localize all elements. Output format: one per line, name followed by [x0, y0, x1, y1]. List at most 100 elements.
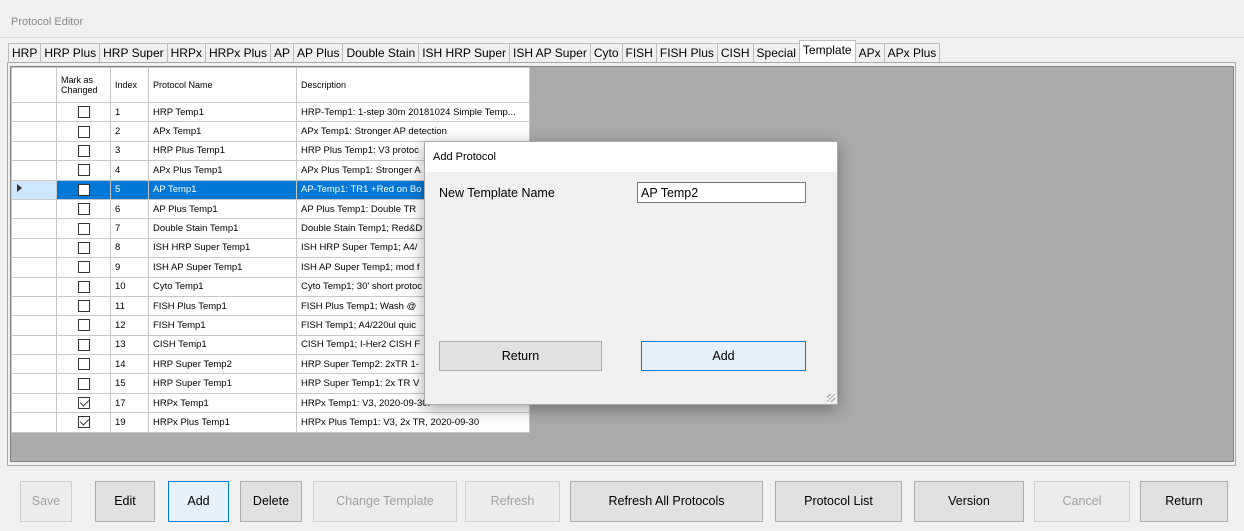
tab-hrpx-plus[interactable]: HRPx Plus	[204, 43, 271, 62]
tab-ish-hrp-super[interactable]: ISH HRP Super	[418, 43, 510, 62]
protocol-name-cell[interactable]: FISH Plus Temp1	[148, 295, 297, 317]
mark-changed-checkbox[interactable]	[77, 261, 90, 274]
mark-changed-checkbox[interactable]	[77, 280, 90, 293]
return-button[interactable]: Return	[1140, 481, 1228, 522]
index-cell[interactable]: 3	[110, 140, 149, 162]
save-button[interactable]: Save	[20, 481, 72, 522]
index-cell[interactable]: 4	[110, 160, 149, 181]
description-cell[interactable]: HRP-Temp1: 1-step 30m 20181024 Simple Te…	[296, 101, 530, 123]
index-cell[interactable]: 13	[110, 334, 149, 356]
mark-changed-checkbox[interactable]	[77, 300, 90, 313]
description-cell[interactable]: APx Temp1: Stronger AP detection	[296, 121, 530, 142]
add-button[interactable]: Add	[168, 481, 229, 522]
row-header[interactable]	[11, 334, 57, 356]
row-header[interactable]	[11, 121, 57, 142]
mark-changed-checkbox[interactable]	[77, 397, 90, 410]
mark-changed-checkbox[interactable]	[77, 416, 90, 429]
protocol-name-cell[interactable]: APx Temp1	[148, 121, 297, 142]
tab-hrp-plus[interactable]: HRP Plus	[40, 43, 101, 62]
protocol-name-cell[interactable]: HRP Plus Temp1	[148, 140, 297, 162]
protocol-name-cell[interactable]: CISH Temp1	[148, 334, 297, 356]
mark-changed-checkbox[interactable]	[77, 222, 90, 235]
index-cell[interactable]: 6	[110, 198, 149, 220]
table-row[interactable]: 19 HRPx Plus Temp1 HRPx Plus Temp1: V3, 2x…	[11, 412, 530, 433]
new-template-name-input[interactable]	[637, 182, 806, 203]
mark-changed-checkbox[interactable]	[77, 164, 90, 177]
index-cell[interactable]: 19	[110, 412, 149, 433]
protocol-name-cell[interactable]: APx Plus Temp1	[148, 160, 297, 181]
protocol-list-button[interactable]: Protocol List	[775, 481, 902, 522]
row-header[interactable]	[11, 218, 57, 239]
protocol-name-cell[interactable]: HRP Temp1	[148, 101, 297, 123]
row-header[interactable]	[11, 276, 57, 297]
tab-double-stain[interactable]: Double Stain	[342, 43, 420, 62]
table-row[interactable]: 2 APx Temp1 APx Temp1: Stronger AP detecti…	[11, 121, 530, 142]
index-cell[interactable]: 15	[110, 373, 149, 394]
cancel-button[interactable]: Cancel	[1034, 481, 1130, 522]
row-header[interactable]	[11, 373, 57, 394]
tab-special[interactable]: Special	[752, 43, 800, 62]
row-header[interactable]	[11, 237, 57, 259]
index-cell[interactable]: 11	[110, 295, 149, 317]
tab-ap-plus[interactable]: AP Plus	[293, 43, 344, 62]
row-header[interactable]	[11, 257, 57, 278]
row-header[interactable]	[11, 354, 57, 375]
row-header[interactable]	[11, 140, 57, 162]
index-cell[interactable]: 14	[110, 354, 149, 375]
refresh-button[interactable]: Refresh	[465, 481, 560, 522]
row-header[interactable]	[11, 412, 57, 433]
protocol-name-cell[interactable]: HRPx Plus Temp1	[148, 412, 297, 433]
protocol-name-cell[interactable]: AP Plus Temp1	[148, 198, 297, 220]
mark-changed-checkbox[interactable]	[77, 183, 90, 196]
edit-button[interactable]: Edit	[95, 481, 155, 522]
protocol-name-cell[interactable]: HRP Super Temp1	[148, 373, 297, 394]
row-header[interactable]	[11, 101, 57, 123]
row-header[interactable]	[11, 295, 57, 317]
row-header[interactable]	[11, 198, 57, 220]
index-cell[interactable]: 1	[110, 101, 149, 123]
version-button[interactable]: Version	[914, 481, 1024, 522]
tab-fish[interactable]: FISH	[621, 43, 657, 62]
tab-cish[interactable]: CISH	[716, 43, 754, 62]
mark-changed-checkbox[interactable]	[77, 144, 90, 157]
mark-changed-checkbox[interactable]	[77, 106, 90, 119]
row-header[interactable]	[11, 392, 57, 414]
protocol-name-cell[interactable]: Double Stain Temp1	[148, 218, 297, 239]
row-header[interactable]	[11, 315, 57, 336]
index-cell[interactable]: 10	[110, 276, 149, 297]
tab-ish-ap-super[interactable]: ISH AP Super	[509, 43, 591, 62]
dialog-return-button[interactable]: Return	[439, 341, 602, 371]
protocol-name-cell[interactable]: HRP Super Temp2	[148, 354, 297, 375]
protocol-name-cell[interactable]: HRPx Temp1	[148, 392, 297, 414]
protocol-name-cell[interactable]: ISH AP Super Temp1	[148, 257, 297, 278]
refresh-all-protocols-button[interactable]: Refresh All Protocols	[570, 481, 763, 522]
mark-changed-checkbox[interactable]	[77, 241, 90, 254]
mark-changed-checkbox[interactable]	[77, 203, 90, 216]
tab-apx[interactable]: APx	[854, 43, 885, 62]
tab-ap[interactable]: AP	[269, 43, 294, 62]
column-header-index[interactable]: Index	[110, 67, 149, 103]
column-header-name[interactable]: Protocol Name	[148, 67, 297, 103]
index-cell[interactable]: 2	[110, 121, 149, 142]
tab-apx-plus[interactable]: APx Plus	[883, 43, 941, 62]
table-row[interactable]: 1 HRP Temp1 HRP-Temp1: 1-step 30m 20181024…	[11, 101, 530, 123]
row-header[interactable]	[11, 160, 57, 181]
tab-cyto[interactable]: Cyto	[589, 43, 623, 62]
delete-button[interactable]: Delete	[240, 481, 302, 522]
description-cell[interactable]: HRPx Plus Temp1: V3, 2x TR, 2020-09-30	[296, 412, 530, 433]
tab-hrp-super[interactable]: HRP Super	[99, 43, 168, 62]
index-cell[interactable]: 7	[110, 218, 149, 239]
index-cell[interactable]: 17	[110, 392, 149, 414]
resize-grip-icon[interactable]	[827, 394, 835, 402]
tab-hrp[interactable]: HRP	[8, 43, 42, 62]
mark-changed-checkbox[interactable]	[77, 338, 90, 351]
dialog-add-button[interactable]: Add	[641, 341, 806, 371]
protocol-name-cell[interactable]: AP Temp1	[148, 179, 297, 200]
column-header-description[interactable]: Description	[296, 67, 530, 103]
row-header[interactable]	[11, 179, 57, 200]
index-cell[interactable]: 8	[110, 237, 149, 259]
tab-fish-plus[interactable]: FISH Plus	[655, 43, 718, 62]
column-header-mark[interactable]: Mark as Changed	[56, 67, 111, 103]
index-cell[interactable]: 5	[110, 179, 149, 200]
index-cell[interactable]: 9	[110, 257, 149, 278]
